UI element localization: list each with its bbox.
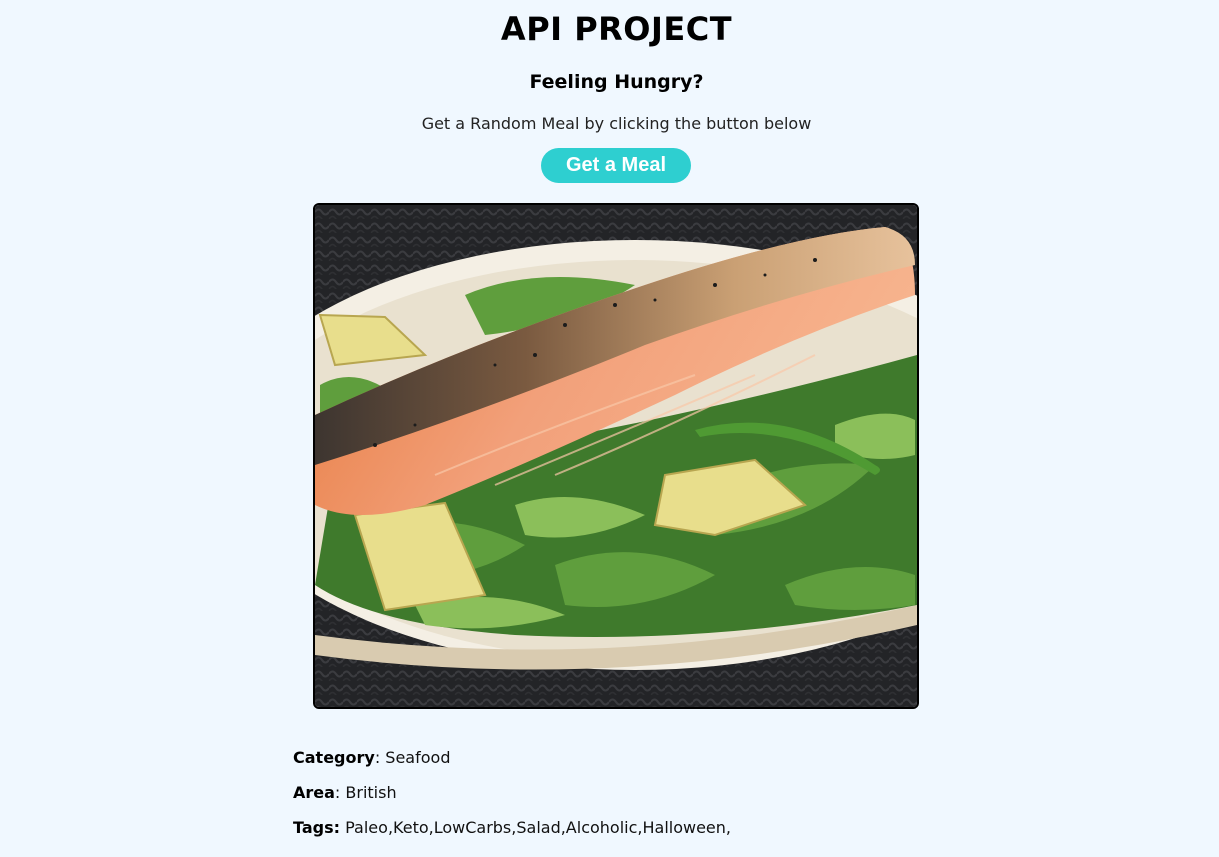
instruction-text: Get a Random Meal by clicking the button… [421,114,812,133]
category-line: Category: Seafood [293,748,451,767]
area-label: Area [293,783,335,802]
subtitle: Feeling Hungry? [529,71,704,93]
area-value: British [345,783,397,802]
category-label: Category [293,748,375,767]
tags-label: Tags: [293,818,341,837]
tags-line: Tags: Paleo,Keto,LowCarbs,Salad,Alcoholi… [293,818,731,837]
page-title: API PROJECT [500,10,733,48]
tags-value: Paleo,Keto,LowCarbs,Salad,Alcoholic,Hall… [345,818,731,837]
get-meal-button[interactable]: Get a Meal [541,148,691,183]
meal-image [313,203,919,709]
area-line: Area: British [293,783,397,802]
category-value: Seafood [385,748,451,767]
